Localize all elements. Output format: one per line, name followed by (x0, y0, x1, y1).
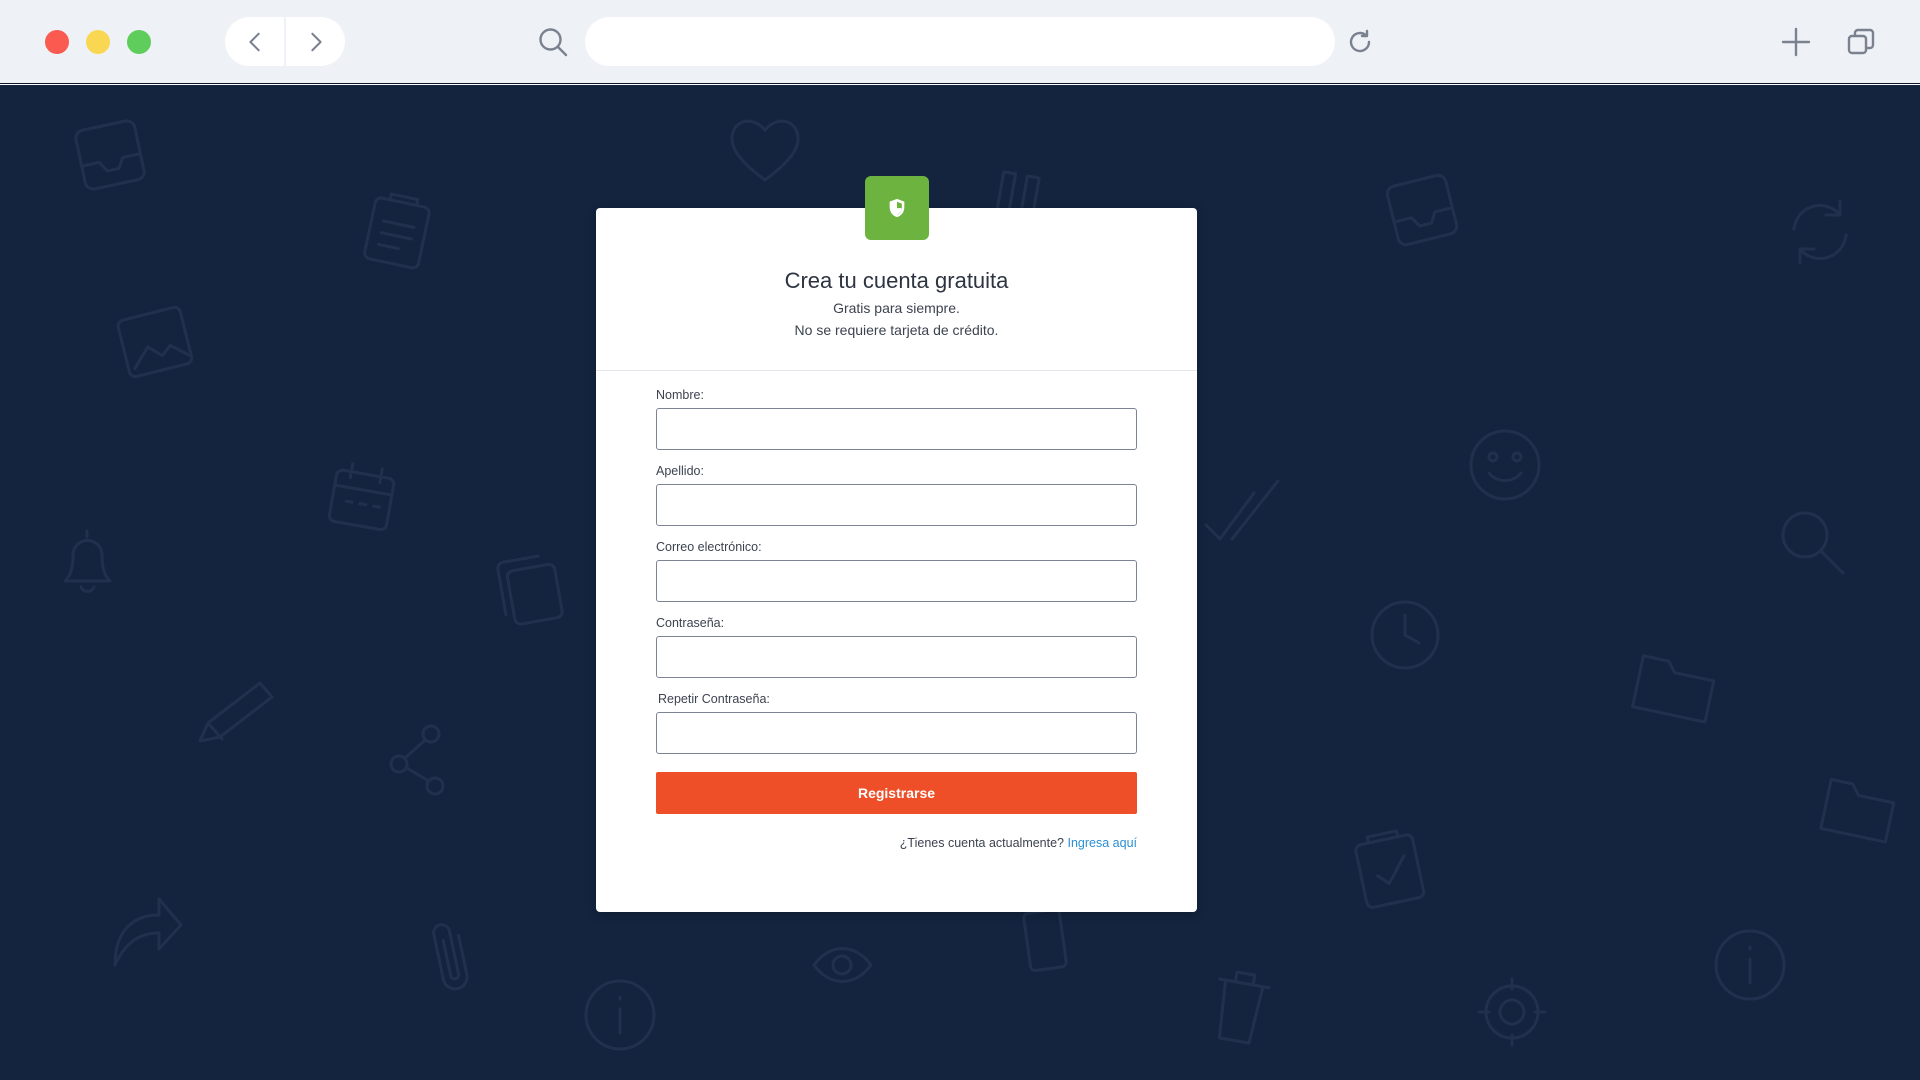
close-window-button[interactable] (45, 30, 69, 54)
target-icon (1475, 975, 1550, 1050)
password-label: Contraseña: (656, 616, 725, 630)
reload-icon (1349, 29, 1371, 53)
folder-icon (1623, 637, 1728, 734)
password-input[interactable] (656, 636, 1137, 678)
clipboard-icon (353, 183, 443, 277)
inbox-icon (63, 108, 158, 203)
phone-icon (1010, 901, 1079, 979)
form-subtitle-note: No se requiere tarjeta de crédito. (794, 322, 999, 338)
paperclip-icon (417, 910, 488, 1005)
maximize-window-button[interactable] (127, 30, 151, 54)
chevron-left-icon (248, 32, 260, 51)
repeat-password-label: Repetir Contraseña: (658, 692, 770, 706)
search-icon (539, 28, 568, 57)
repeat-password-input[interactable] (656, 712, 1137, 754)
search-icon (1775, 505, 1850, 580)
inbox-icon (1374, 162, 1471, 259)
clock-icon (1365, 595, 1445, 675)
email-label: Correo electrónico: (656, 540, 762, 554)
clipboard-check-icon (1342, 818, 1438, 918)
last-name-input[interactable] (656, 484, 1137, 526)
reload-button[interactable] (1346, 28, 1374, 56)
heart-icon (725, 110, 805, 185)
plus-icon (1781, 27, 1811, 57)
form-title: Crea tu cuenta gratuita (784, 268, 1009, 293)
info-icon (580, 975, 660, 1055)
login-link[interactable]: Ingresa aquí (1068, 836, 1138, 850)
form-subtitle: Gratis para siempre. (833, 300, 960, 316)
image-icon (107, 296, 203, 388)
minimize-window-button[interactable] (86, 30, 110, 54)
last-name-label: Apellido: (656, 464, 704, 478)
register-button[interactable]: Registrarse (656, 772, 1137, 814)
search-button[interactable] (537, 26, 569, 58)
trash-icon (1198, 960, 1282, 1056)
first-name-label: Nombre: (656, 388, 704, 402)
folder-icon (1813, 763, 1907, 853)
new-tab-button[interactable] (1780, 26, 1812, 58)
eye-icon (810, 935, 875, 995)
calendar-icon (319, 454, 406, 541)
info-icon (1710, 925, 1790, 1005)
navigation-buttons (225, 17, 345, 66)
browser-toolbar (0, 0, 1920, 84)
signup-card: Crea tu cuenta gratuita Gratis para siem… (596, 208, 1197, 912)
bell-icon (55, 525, 120, 600)
email-input[interactable] (656, 560, 1137, 602)
forward-button[interactable] (284, 17, 345, 66)
reply-arrow-icon (105, 885, 185, 970)
shield-icon (889, 198, 905, 218)
address-bar[interactable] (585, 17, 1335, 66)
security-badge (865, 176, 929, 240)
share-icon (385, 720, 455, 800)
login-prompt-text: ¿Tienes cuenta actualmente? (899, 836, 1065, 850)
login-prompt: ¿Tienes cuenta actualmente? Ingresa aquí (900, 836, 1137, 850)
back-button[interactable] (225, 17, 284, 66)
first-name-input[interactable] (656, 408, 1137, 450)
copy-icon (484, 544, 577, 637)
pencil-icon (190, 675, 280, 755)
chevron-right-icon (310, 32, 322, 51)
sync-icon (1780, 195, 1860, 270)
smile-icon (1465, 425, 1545, 505)
tabs-overview-button[interactable] (1846, 27, 1876, 57)
tabs-icon (1847, 28, 1875, 55)
checkmarks-icon (1200, 475, 1285, 550)
